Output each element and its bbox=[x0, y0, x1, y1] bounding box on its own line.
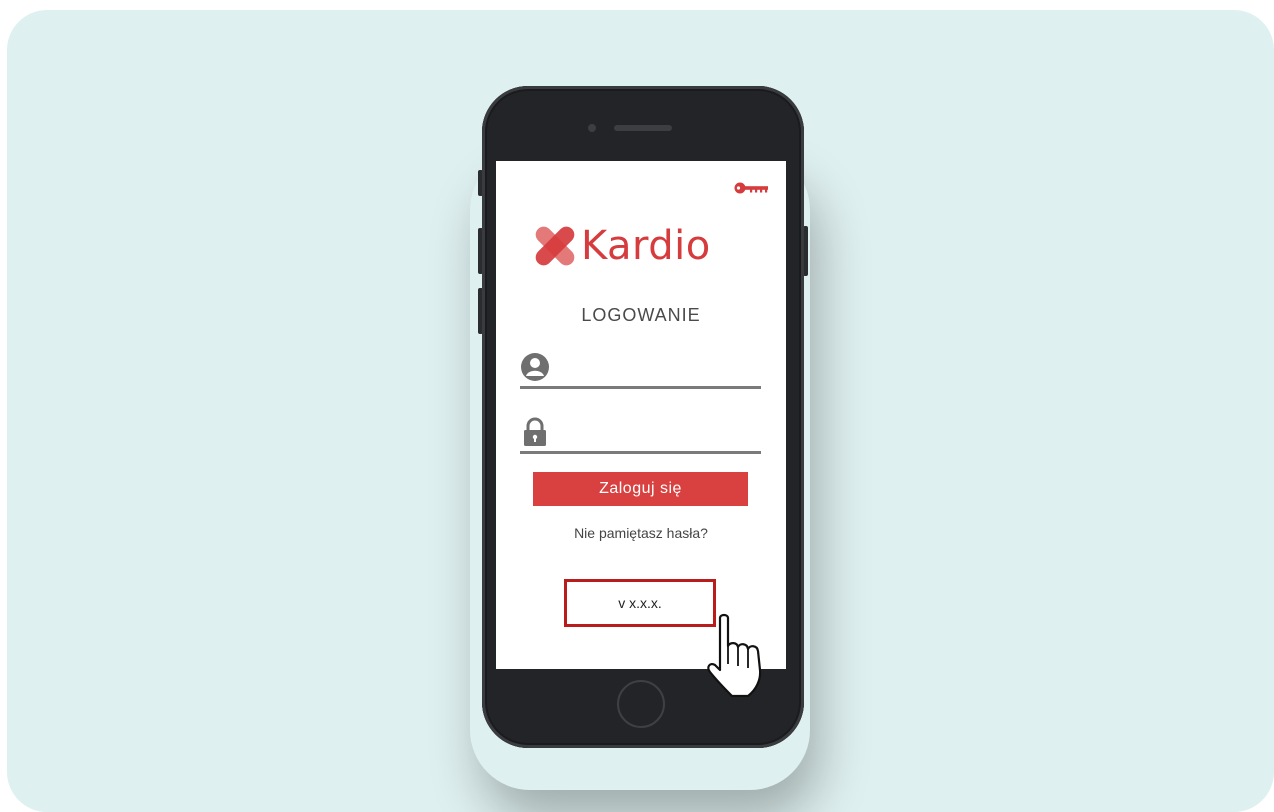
heart-cross-icon bbox=[535, 226, 575, 266]
app-logo: Kardio bbox=[533, 223, 711, 269]
forgot-password-link[interactable]: Nie pamiętasz hasła? bbox=[496, 525, 786, 541]
user-icon bbox=[521, 353, 549, 381]
version-label[interactable]: v x.x.x. bbox=[564, 579, 716, 627]
phone-speaker bbox=[614, 125, 672, 131]
password-field[interactable] bbox=[520, 415, 761, 454]
phone-home-button bbox=[617, 680, 665, 728]
brand-name: Kardio bbox=[581, 223, 711, 269]
lock-icon bbox=[524, 417, 546, 446]
phone-camera bbox=[588, 124, 596, 132]
app-screen: Kardio LOGOWANIE Zaloguj się Nie pamięta… bbox=[496, 161, 786, 669]
page-title: LOGOWANIE bbox=[581, 305, 701, 325]
key-icon[interactable] bbox=[734, 181, 770, 195]
hand-pointer-icon bbox=[707, 613, 762, 698]
username-field[interactable] bbox=[520, 350, 761, 389]
login-button[interactable]: Zaloguj się bbox=[533, 472, 748, 506]
